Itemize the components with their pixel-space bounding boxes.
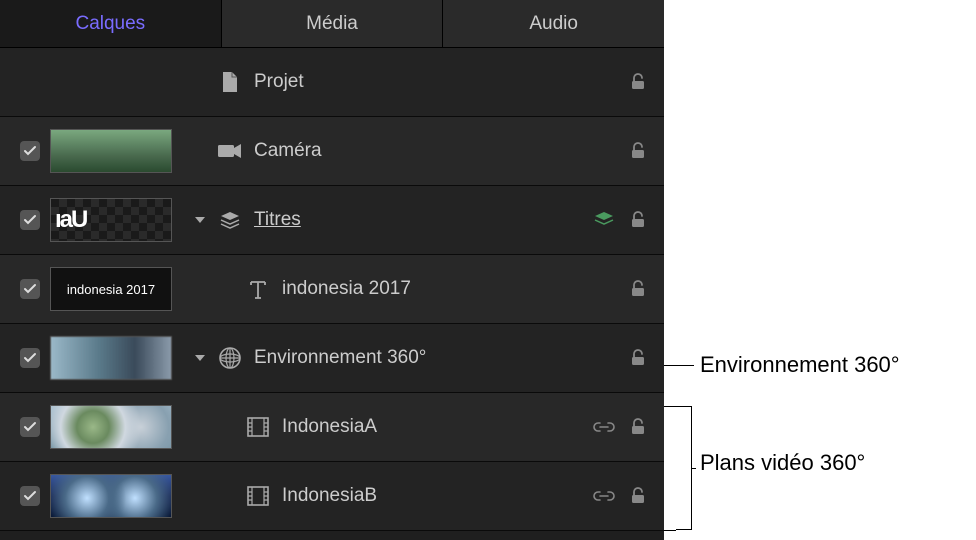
visibility-checkbox[interactable]: [20, 141, 40, 161]
lock-icon[interactable]: [626, 139, 650, 163]
layer-thumbnail: [50, 405, 172, 449]
tab-layers[interactable]: Calques: [0, 0, 222, 47]
layer-thumbnail: indonesia 2017: [50, 267, 172, 311]
disclosure-toggle[interactable]: [188, 213, 212, 227]
visibility-checkbox[interactable]: [20, 210, 40, 230]
row-project[interactable]: Projet: [0, 48, 664, 117]
annotations-area: Environnement 360° Plans vidéo 360°: [664, 0, 976, 540]
tab-media[interactable]: Média: [222, 0, 444, 47]
lock-icon[interactable]: [626, 415, 650, 439]
row-indonesiaA[interactable]: IndonesiaA: [0, 393, 664, 462]
blend-layers-icon[interactable]: [592, 208, 616, 232]
layer-label: Projet: [254, 71, 626, 93]
lock-icon[interactable]: [626, 208, 650, 232]
callout-bracket: [676, 406, 692, 530]
lock-icon[interactable]: [626, 346, 650, 370]
callout-line: [664, 365, 694, 366]
text-icon: [244, 279, 272, 299]
camera-icon: [216, 142, 244, 160]
video-clip-icon: [244, 486, 272, 506]
callout-line: [692, 468, 696, 469]
row-titles[interactable]: ıaU Titres: [0, 186, 664, 255]
row-indonesiaB[interactable]: IndonesiaB: [0, 462, 664, 531]
annotation-env360: Environnement 360°: [700, 352, 900, 378]
layer-label: Titres: [254, 209, 592, 231]
layer-label: IndonesiaB: [282, 485, 592, 507]
link-icon[interactable]: [592, 484, 616, 508]
row-camera[interactable]: Caméra: [0, 117, 664, 186]
callout-line: [664, 530, 676, 531]
row-env360[interactable]: Environnement 360°: [0, 324, 664, 393]
lock-icon[interactable]: [626, 484, 650, 508]
layers-stack-icon: [216, 211, 244, 229]
visibility-checkbox[interactable]: [20, 279, 40, 299]
layer-thumbnail: ıaU: [50, 198, 172, 242]
tab-bar: Calques Média Audio: [0, 0, 664, 48]
lock-icon[interactable]: [626, 70, 650, 94]
layer-label: indonesia 2017: [282, 278, 626, 300]
visibility-checkbox[interactable]: [20, 486, 40, 506]
annotation-plans360: Plans vidéo 360°: [700, 450, 865, 476]
layer-thumbnail: [50, 474, 172, 518]
layers-panel: Calques Média Audio Projet: [0, 0, 664, 540]
layer-label: Environnement 360°: [254, 347, 626, 369]
video-clip-icon: [244, 417, 272, 437]
link-icon[interactable]: [592, 415, 616, 439]
visibility-checkbox[interactable]: [20, 417, 40, 437]
document-icon: [216, 71, 244, 93]
visibility-checkbox[interactable]: [20, 348, 40, 368]
layer-thumbnail: [50, 129, 172, 173]
layer-label: IndonesiaA: [282, 416, 592, 438]
disclosure-toggle[interactable]: [188, 351, 212, 365]
tab-audio[interactable]: Audio: [443, 0, 664, 47]
layer-thumbnail: [50, 336, 172, 380]
layer-label: Caméra: [254, 140, 626, 162]
360-environment-icon: [216, 346, 244, 370]
lock-icon[interactable]: [626, 277, 650, 301]
row-indonesia-title[interactable]: indonesia 2017 indonesia 2017: [0, 255, 664, 324]
callout-line: [664, 406, 676, 407]
